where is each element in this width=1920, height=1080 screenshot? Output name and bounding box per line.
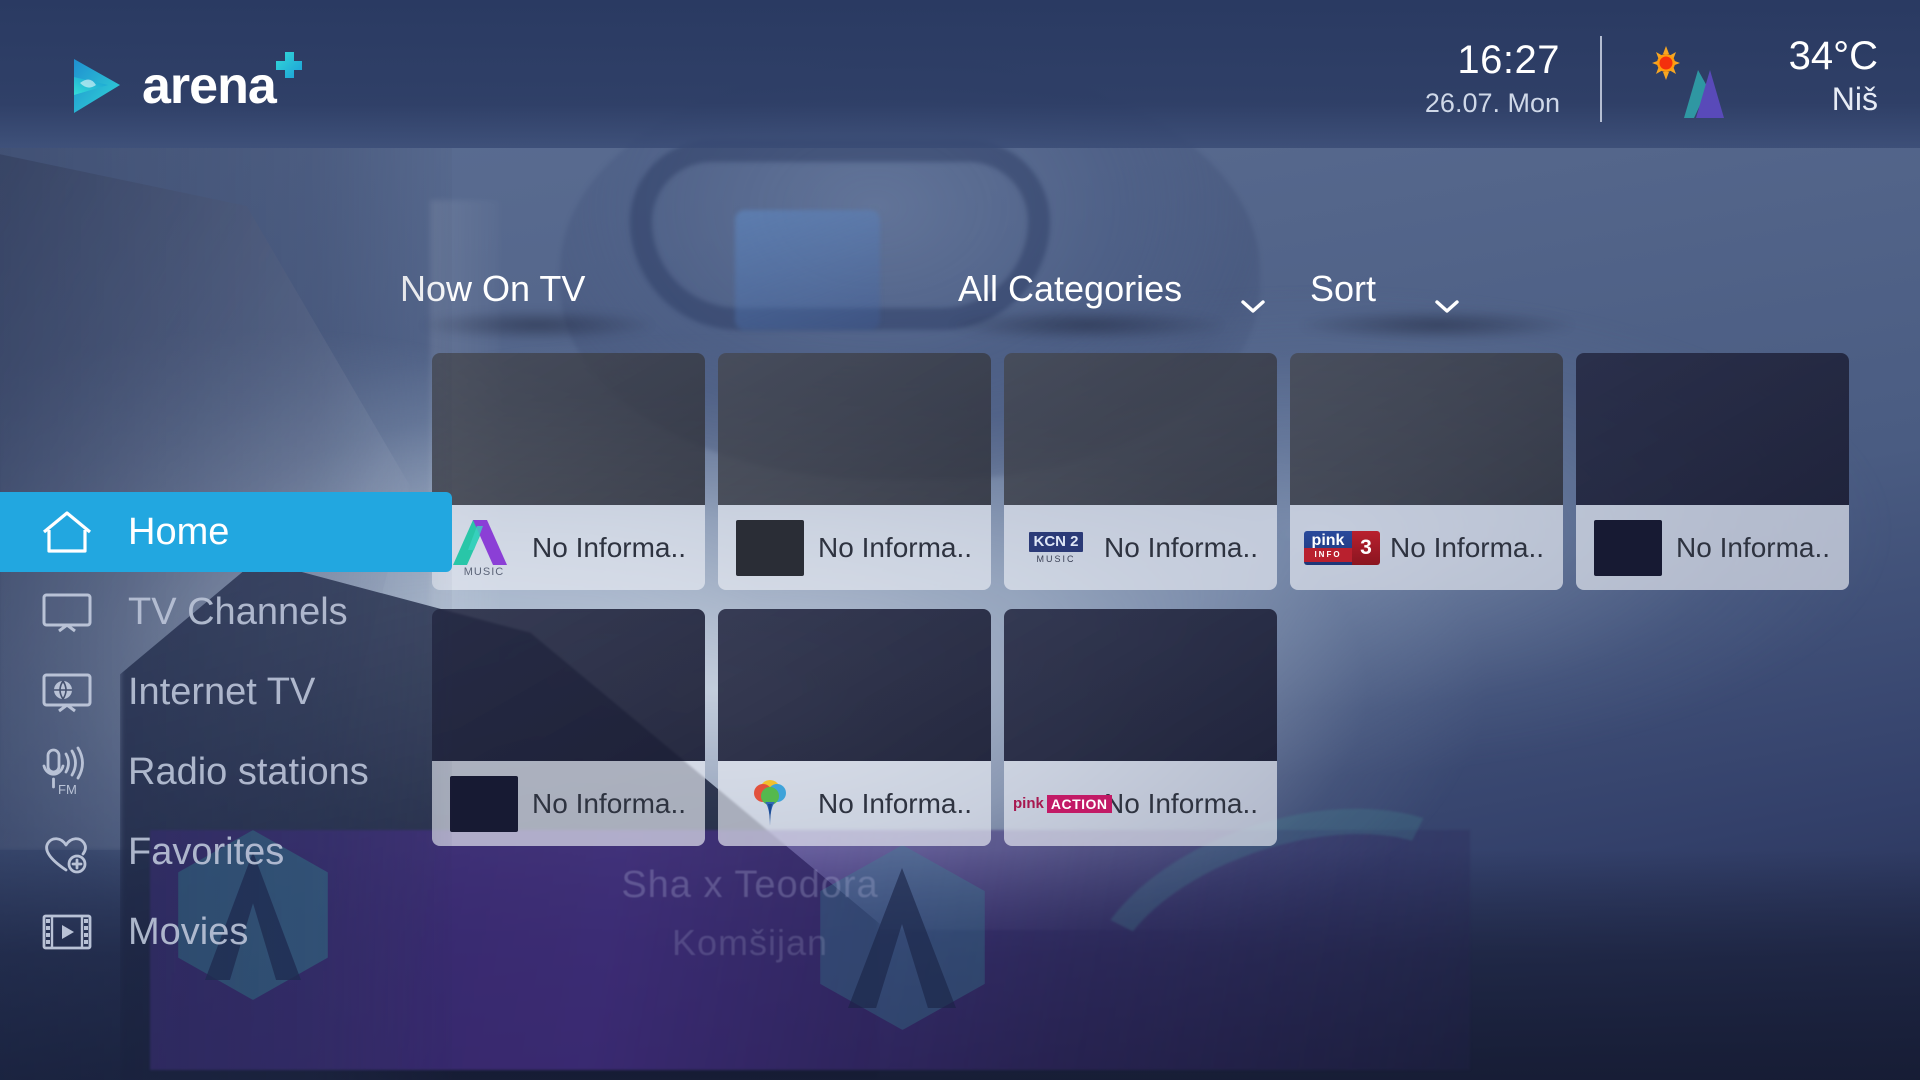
clock-time: 16:27 xyxy=(1457,38,1560,82)
app-logo[interactable]: arena xyxy=(68,52,302,117)
clock-date: 26.07. Mon xyxy=(1424,88,1560,118)
card-title: No Informa.. xyxy=(1104,531,1259,563)
pink-info-3-logo-icon: pink INFO 3 xyxy=(1304,519,1380,577)
channel-card[interactable]: No Informa.. xyxy=(432,609,718,846)
blank-logo-icon xyxy=(732,519,808,577)
channel-card[interactable]: No Informa.. xyxy=(718,353,1004,590)
card-footer: No Informa.. xyxy=(432,761,705,846)
sidebar-item-label: Internet TV xyxy=(128,671,316,713)
tv-icon xyxy=(36,586,98,638)
card-title: No Informa.. xyxy=(818,531,973,563)
film-strip-icon xyxy=(36,906,98,958)
card-poster xyxy=(1004,353,1277,505)
svg-text:FM: FM xyxy=(58,782,77,797)
sidebar-item-movies[interactable]: Movies xyxy=(0,892,452,972)
top-bar: arena 16:27 26.07. Mon 34°C Niš xyxy=(0,0,1920,148)
category-filter-dropdown[interactable]: All Categories xyxy=(958,268,1266,313)
card-title: No Informa.. xyxy=(532,531,687,563)
play-triangle-icon xyxy=(68,55,126,117)
kcn-logo-subtext: MUSIC xyxy=(1036,553,1076,564)
channel-card[interactable]: MUSIC No Informa.. xyxy=(432,353,718,590)
card-title: No Informa.. xyxy=(1390,531,1545,563)
card-footer: No Informa.. xyxy=(1576,505,1849,590)
card-footer: pink ACTION No Informa.. xyxy=(1004,761,1277,846)
sidebar: Home TV Channels Internet TV FM Radio st… xyxy=(0,148,452,1080)
category-filter-label: All Categories xyxy=(958,268,1183,309)
app-logo-text: arena xyxy=(142,52,302,116)
sidebar-item-label: Movies xyxy=(128,911,249,953)
weather-city: Niš xyxy=(1831,81,1878,117)
tv-globe-icon xyxy=(36,666,98,718)
card-poster xyxy=(432,353,705,505)
channel-card[interactable]: No Informa.. xyxy=(1576,353,1862,590)
card-poster xyxy=(1290,353,1563,505)
card-title: No Informa.. xyxy=(818,787,973,819)
pink-logo-subtext: INFO xyxy=(1304,547,1352,562)
pink-action-logo-subtext: ACTION xyxy=(1046,794,1112,813)
pink-logo-text: pink xyxy=(1311,531,1345,549)
card-poster xyxy=(432,609,705,761)
card-footer: KCN 2 MUSIC No Informa.. xyxy=(1004,505,1277,590)
card-poster xyxy=(1004,609,1277,761)
card-footer: pink INFO 3 No Informa.. xyxy=(1290,505,1563,590)
card-title: No Informa.. xyxy=(532,787,687,819)
channel-card[interactable]: KCN 2 MUSIC No Informa.. xyxy=(1004,353,1290,590)
sort-shadow xyxy=(1302,310,1572,340)
blank-logo-icon xyxy=(1590,519,1666,577)
pink-action-logo-text: pink xyxy=(1013,795,1044,812)
blank-logo-icon xyxy=(446,775,522,833)
weather-readout: 34°C Niš xyxy=(1748,34,1878,118)
card-footer: MUSIC No Informa.. xyxy=(432,505,705,590)
channel-card[interactable]: pink INFO 3 No Informa.. xyxy=(1290,353,1576,590)
plus-icon xyxy=(275,52,302,78)
pink-action-logo-icon: pink ACTION xyxy=(1013,775,1112,833)
home-icon xyxy=(36,506,98,558)
sidebar-item-home[interactable]: Home xyxy=(0,492,452,572)
card-footer: No Informa.. xyxy=(718,505,991,590)
pink-logo-number: 3 xyxy=(1352,530,1380,565)
status-cluster: 16:27 26.07. Mon 34°C Niš xyxy=(1425,34,1878,124)
kcn-logo-text: KCN 2 xyxy=(1029,531,1083,552)
chevron-down-icon xyxy=(1240,281,1266,313)
card-footer: No Informa.. xyxy=(718,761,991,846)
sun-icon xyxy=(1638,40,1734,124)
sidebar-item-favorites[interactable]: Favorites xyxy=(0,812,452,892)
now-on-tv-shadow xyxy=(422,310,652,340)
sidebar-item-tv-channels[interactable]: TV Channels xyxy=(0,572,452,652)
channel-card[interactable]: No Informa.. xyxy=(718,609,1004,846)
heart-plus-icon xyxy=(36,826,98,878)
tv-home-screen: Sha x Teodora Komšijan arena 16:27 26.07… xyxy=(0,0,1920,1080)
sidebar-item-label: Radio stations xyxy=(128,751,369,793)
content-toolbar: Now On TV All Categories Sort xyxy=(400,268,1920,340)
flower-logo-icon xyxy=(732,775,808,833)
sidebar-item-label: Favorites xyxy=(128,831,285,873)
sidebar-nav: Home TV Channels Internet TV FM Radio st… xyxy=(0,492,452,972)
channel-card-grid: MUSIC No Informa.. No Informa.. KCN 2 MU… xyxy=(432,353,1920,865)
card-poster xyxy=(718,353,991,505)
clock-widget: 16:27 26.07. Mon xyxy=(1425,38,1600,120)
sort-filter-label: Sort xyxy=(1310,268,1377,309)
sidebar-item-label: TV Channels xyxy=(128,591,348,633)
channel-card[interactable]: pink ACTION No Informa.. xyxy=(1004,609,1290,846)
sort-filter-dropdown[interactable]: Sort xyxy=(1310,268,1460,313)
main-content: Now On TV All Categories Sort MUSIC No I… xyxy=(400,148,1920,1080)
chevron-down-icon xyxy=(1434,281,1460,313)
card-title: No Informa.. xyxy=(1104,787,1259,819)
card-poster xyxy=(1576,353,1849,505)
sidebar-item-label: Home xyxy=(128,511,230,553)
kcn2-music-logo-icon: KCN 2 MUSIC xyxy=(1018,519,1094,577)
sidebar-item-radio-stations[interactable]: FM Radio stations xyxy=(0,732,452,812)
weather-widget: 34°C Niš xyxy=(1602,34,1878,124)
card-title: No Informa.. xyxy=(1676,531,1831,563)
weather-temperature: 34°C xyxy=(1788,34,1878,78)
category-shadow xyxy=(952,310,1222,340)
sidebar-item-internet-tv[interactable]: Internet TV xyxy=(0,652,452,732)
radio-fm-icon: FM xyxy=(36,746,98,798)
a-music-logo-icon: MUSIC xyxy=(446,519,522,578)
card-poster xyxy=(718,609,991,761)
